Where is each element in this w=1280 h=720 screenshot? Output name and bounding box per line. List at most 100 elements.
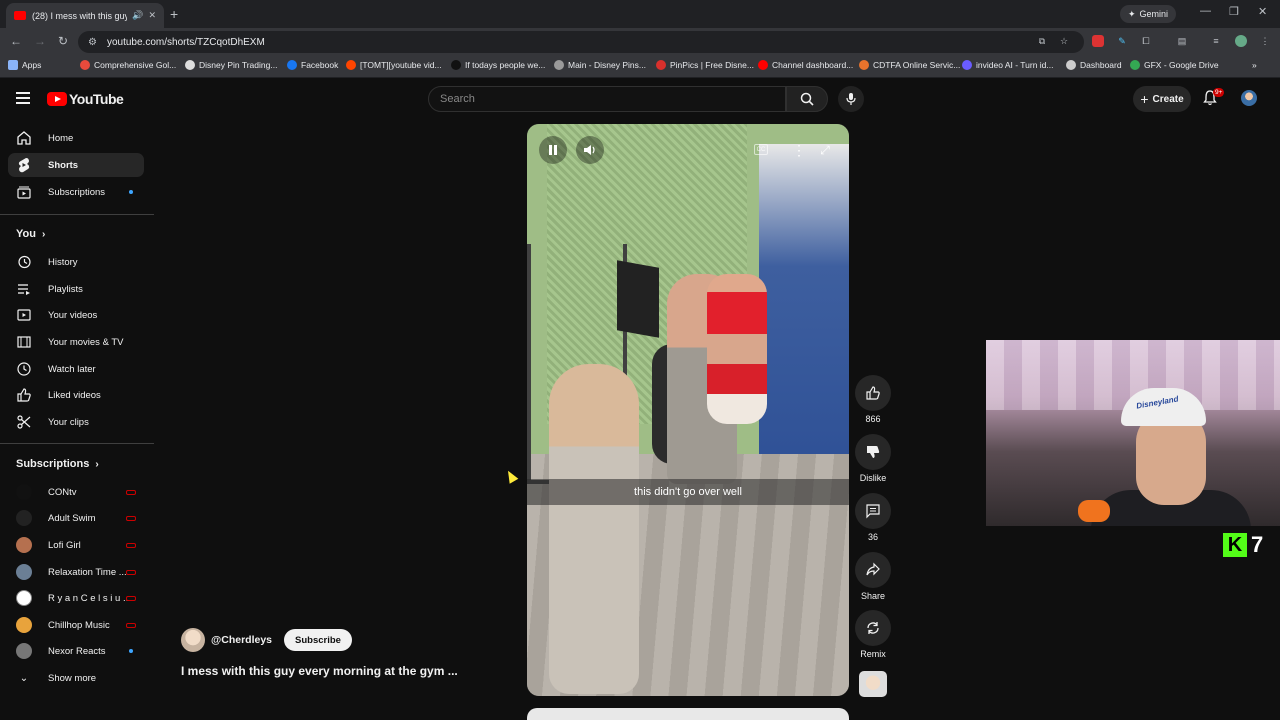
sidebar-item-home[interactable]: Home — [8, 126, 144, 150]
captions-cc-icon[interactable]: CC — [754, 144, 768, 155]
sidebar-channel-item[interactable]: Adult Swim — [8, 506, 144, 530]
voice-search-button[interactable] — [838, 86, 864, 112]
sidebar-item-liked[interactable]: Liked videos — [8, 383, 144, 407]
speaker-icon[interactable]: 🔊 — [132, 10, 143, 21]
remix-button[interactable]: Remix — [855, 610, 891, 659]
sidebar-channel-item[interactable]: Relaxation Time ... — [8, 560, 144, 584]
sidebar-channel-item[interactable]: Nexor Reacts — [8, 639, 144, 663]
show-more-button[interactable]: ⌄ Show more — [8, 666, 144, 690]
bookmarks-overflow-icon[interactable]: » — [1252, 60, 1257, 70]
youtube-logo[interactable]: YouTube — [47, 91, 124, 107]
live-indicator-icon — [126, 622, 136, 628]
sidebar-item-watch-later[interactable]: Watch later — [8, 357, 144, 381]
bookmark-item[interactable]: Comprehensive Gol... — [80, 60, 176, 70]
account-avatar[interactable] — [1241, 90, 1257, 106]
profile-icon[interactable] — [1235, 35, 1247, 47]
sidebar-item-playlists[interactable]: Playlists — [8, 277, 144, 301]
menu-dots-icon[interactable]: ⋮ — [1259, 35, 1271, 47]
sidebar-item-history[interactable]: History — [8, 250, 144, 274]
fullscreen-icon[interactable]: ⤢ — [811, 136, 839, 164]
forward-arrow-icon[interactable]: → — [34, 34, 46, 48]
gemini-button[interactable]: ✦ Gemini — [1120, 5, 1177, 23]
like-button[interactable]: 866 — [855, 375, 891, 424]
webcam-microphone — [1078, 500, 1110, 522]
share-button[interactable]: Share — [855, 552, 891, 601]
youtube-wordmark: YouTube — [69, 91, 124, 107]
next-short-preview[interactable] — [527, 708, 849, 720]
search-input[interactable] — [440, 93, 785, 105]
comments-button[interactable]: 36 — [855, 493, 891, 542]
restore-icon[interactable]: ❐ — [1229, 5, 1239, 18]
url-text: youtube.com/shorts/TZCqotDhEXM — [106, 36, 265, 48]
channel-name[interactable]: @Cherdleys — [211, 634, 272, 646]
bookmark-item[interactable]: GFX - Google Drive — [1130, 60, 1219, 70]
bookmark-item[interactable]: Channel dashboard... — [758, 60, 853, 70]
kick-viewer-badge: K 7 — [1223, 532, 1263, 558]
kick-logo-icon: K — [1223, 533, 1247, 557]
site-info-icon[interactable]: ⚙ — [88, 37, 97, 48]
search-button[interactable] — [786, 86, 828, 112]
channel-avatar[interactable] — [181, 628, 205, 652]
sound-thumbnail[interactable] — [859, 671, 887, 697]
sidebar-subscriptions-header[interactable]: Subscriptions › — [16, 458, 99, 470]
sidebar-channel-item[interactable]: Chillhop Music — [8, 613, 144, 637]
sidebar-item-label: R y a n C e l s i u ... — [48, 592, 131, 604]
share-label: Share — [860, 591, 886, 601]
extension-red-icon[interactable] — [1092, 35, 1104, 47]
bookmark-item[interactable]: If todays people we... — [451, 60, 545, 70]
playlists-icon — [16, 281, 32, 297]
extensions-puzzle-icon[interactable]: ⧠ — [1140, 35, 1152, 47]
dislike-button[interactable]: Dislike — [855, 434, 891, 483]
bookmark-favicon-icon — [451, 60, 461, 70]
extension-blue-icon[interactable]: ✎ — [1116, 35, 1128, 47]
install-app-icon[interactable]: ⧉ — [1036, 35, 1048, 47]
kick-viewer-count: 7 — [1251, 532, 1264, 557]
bookmark-item[interactable]: [TOMT][youtube vid... — [346, 60, 442, 70]
sidebar-item-subscriptions[interactable]: Subscriptions — [8, 180, 144, 204]
sidebar-item-label: Shorts — [48, 159, 79, 171]
side-panel-icon[interactable]: ▤ — [1176, 35, 1188, 47]
comment-count: 36 — [867, 532, 878, 542]
short-title[interactable]: I mess with this guy every morning at th… — [181, 664, 458, 678]
browser-toolbar: ← → ↻ ⚙ youtube.com/shorts/TZCqotDhEXM ⧉… — [0, 28, 1280, 56]
create-button[interactable]: + Create — [1133, 86, 1191, 112]
pause-button[interactable] — [539, 136, 567, 164]
bookmark-favicon-icon — [758, 60, 768, 70]
bookmark-item[interactable]: Dashboard — [1066, 60, 1122, 70]
sidebar-item-label: Your movies & TV — [48, 336, 124, 348]
bookmark-item[interactable]: Apps — [8, 60, 41, 70]
bookmark-item[interactable]: Disney Pin Trading... — [185, 60, 277, 70]
sidebar-channel-item[interactable]: CONtv — [8, 480, 144, 504]
bookmark-item[interactable]: Main - Disney Pins... — [554, 60, 646, 70]
browser-tab-active[interactable]: (28) I mess with this guy ev 🔊 ✕ — [6, 3, 164, 28]
sidebar-item-your-videos[interactable]: Your videos — [8, 303, 144, 327]
bookmark-label: Facebook — [301, 60, 339, 70]
minimize-icon[interactable]: — — [1200, 5, 1211, 17]
sidebar-item-shorts[interactable]: Shorts — [8, 153, 144, 177]
bookmark-star-icon[interactable]: ☆ — [1058, 35, 1070, 47]
volume-button[interactable] — [576, 136, 604, 164]
shorts-video-player[interactable]: CC ⋮ ⤢ this didn't go over well — [527, 124, 849, 696]
subscribe-button[interactable]: Subscribe — [284, 629, 352, 651]
tab-close-icon[interactable]: ✕ — [148, 10, 156, 21]
bookmark-item[interactable]: invideo AI - Turn id... — [962, 60, 1053, 70]
reload-icon[interactable]: ↻ — [58, 34, 68, 48]
sidebar-item-movies[interactable]: Your movies & TV — [8, 330, 144, 354]
sidebar-item-label: Chillhop Music — [48, 619, 110, 631]
window-close-icon[interactable]: ✕ — [1258, 5, 1267, 18]
search-box[interactable] — [428, 86, 786, 112]
sidebar-item-clips[interactable]: Your clips — [8, 410, 144, 434]
bookmark-item[interactable]: PinPics | Free Disne... — [656, 60, 754, 70]
share-arrow-icon — [866, 562, 880, 576]
sidebar-you-header[interactable]: You › — [16, 228, 45, 240]
hamburger-menu-icon[interactable] — [16, 92, 30, 107]
new-tab-button[interactable]: + — [170, 6, 178, 22]
sidebar-channel-item[interactable]: Lofi Girl — [8, 533, 144, 557]
tab-search-icon[interactable]: ≡ — [1210, 35, 1222, 47]
bookmark-item[interactable]: Facebook — [287, 60, 338, 70]
more-options-icon[interactable]: ⋮ — [785, 136, 813, 164]
sidebar-channel-item[interactable]: R y a n C e l s i u ... — [8, 586, 144, 610]
bookmark-item[interactable]: CDTFA Online Servic... — [859, 60, 960, 70]
address-bar[interactable]: ⚙ youtube.com/shorts/TZCqotDhEXM — [78, 31, 1084, 53]
back-arrow-icon[interactable]: ← — [10, 34, 22, 48]
